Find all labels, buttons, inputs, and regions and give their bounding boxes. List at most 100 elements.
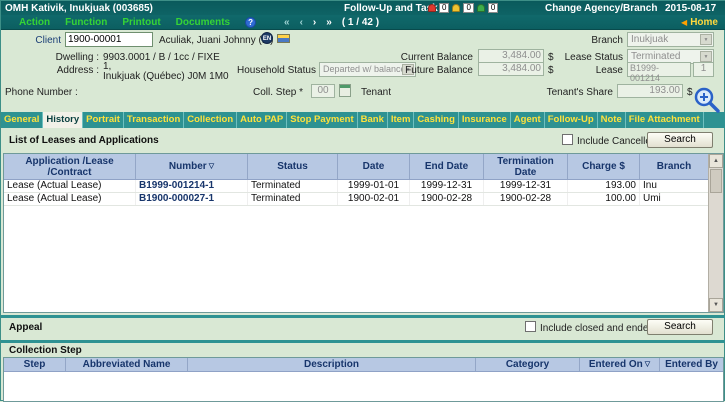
tab-follow-up[interactable]: Follow-Up: [545, 112, 598, 128]
dropdown-arrow-icon: ▼: [700, 34, 712, 45]
tab-agent[interactable]: Agent: [511, 112, 545, 128]
header-date[interactable]: Date: [338, 154, 410, 179]
header-number[interactable]: Number▽: [136, 154, 248, 179]
section-divider: [1, 315, 725, 318]
record-navigator: « ‹ › » ( 1 / 42 ): [284, 15, 379, 30]
menu-documents[interactable]: Documents: [176, 17, 230, 28]
leases-grid-header: Application /Lease /Contract Number▽ Sta…: [4, 154, 708, 180]
alarm-yellow-icon[interactable]: [452, 4, 460, 12]
cell-type: Lease (Actual Lease): [4, 180, 136, 192]
language-en-icon[interactable]: EN: [261, 32, 273, 44]
header-category[interactable]: Category: [476, 358, 580, 371]
scroll-down-icon[interactable]: ▼: [709, 298, 723, 312]
nav-prev-button[interactable]: ‹: [300, 17, 303, 28]
appeal-section-title: Appeal: [9, 322, 42, 333]
cell-type: Lease (Actual Lease): [4, 193, 136, 205]
tab-bank[interactable]: Bank: [358, 112, 388, 128]
home-arrow-icon: ◀: [681, 19, 687, 27]
zoom-icon[interactable]: [693, 86, 721, 114]
home-label: Home: [690, 17, 718, 28]
collection-grid: Step Abbreviated Name Description Catego…: [3, 357, 724, 402]
lease-row[interactable]: Lease (Actual Lease) B1999-001214-1 Term…: [4, 180, 708, 193]
header-description[interactable]: Description: [188, 358, 476, 371]
nav-last-button[interactable]: »: [326, 17, 332, 28]
menu-bar: Action Function Printout Documents ? « ‹…: [1, 15, 725, 30]
tab-auto-pap[interactable]: Auto PAP: [237, 112, 287, 128]
alarm-yellow-count: 0: [463, 3, 473, 13]
client-number-input[interactable]: [65, 32, 153, 47]
tab-transaction[interactable]: Transaction: [124, 112, 184, 128]
tab-history[interactable]: History: [43, 112, 83, 128]
dropdown-arrow-icon: ▼: [700, 51, 712, 62]
cell-number-link[interactable]: B1900-000027-1: [136, 193, 248, 205]
tab-collection[interactable]: Collection: [184, 112, 237, 128]
section-divider: [1, 340, 725, 343]
tab-bar: General History Portrait Transaction Col…: [1, 112, 725, 128]
cell-charge: 193.00: [568, 180, 640, 192]
help-icon[interactable]: ?: [245, 17, 256, 28]
coll-step-label: Coll. Step *: [253, 87, 303, 98]
tab-portrait[interactable]: Portrait: [83, 112, 124, 128]
search-leases-button[interactable]: Search: [647, 132, 713, 148]
header-entered-on[interactable]: Entered On▽: [580, 358, 660, 371]
search-appeal-button[interactable]: Search: [647, 319, 713, 335]
contact-card-icon[interactable]: [277, 34, 290, 43]
header-end-date[interactable]: End Date: [410, 154, 484, 179]
include-cancelled-checkbox[interactable]: [562, 134, 573, 145]
menu-function[interactable]: Function: [65, 17, 107, 28]
dwelling-value: 9903.0001 / B / 1cc / FIXE: [103, 52, 220, 63]
sort-desc-icon: ▽: [209, 163, 214, 171]
header-charge[interactable]: Charge $: [568, 154, 640, 179]
menu-printout[interactable]: Printout: [122, 17, 160, 28]
address-label: Address :: [21, 65, 99, 76]
nav-next-button[interactable]: ›: [313, 17, 316, 28]
header-step[interactable]: Step: [4, 358, 66, 371]
alarm-red-count: 0: [439, 3, 449, 13]
tenant-share-currency: $: [687, 87, 693, 98]
branch-label: Branch: [541, 35, 623, 46]
coll-step-field: 00: [311, 84, 335, 98]
lease-row[interactable]: Lease (Actual Lease) B1900-000027-1 Term…: [4, 193, 708, 206]
tab-general[interactable]: General: [1, 112, 43, 128]
cell-status: Terminated: [248, 180, 338, 192]
change-agency-link[interactable]: Change Agency/Branch: [545, 3, 657, 14]
header-application-lease-contract[interactable]: Application /Lease /Contract: [4, 154, 136, 179]
current-balance-currency: $: [548, 52, 554, 63]
tab-item[interactable]: Item: [388, 112, 415, 128]
tab-insurance[interactable]: Insurance: [459, 112, 511, 128]
nav-first-button[interactable]: «: [284, 17, 290, 28]
tab-stop-payment[interactable]: Stop Payment: [287, 112, 357, 128]
cell-charge: 100.00: [568, 193, 640, 205]
cell-branch: Umi: [640, 193, 708, 205]
leases-grid: Application /Lease /Contract Number▽ Sta…: [3, 153, 724, 313]
cell-termination-date: 1999-12-31: [484, 180, 568, 192]
scrollbar-thumb[interactable]: [710, 169, 722, 193]
coll-step-calendar-icon[interactable]: [339, 84, 351, 97]
cell-end-date: 1900-02-28: [410, 193, 484, 205]
cell-number-link[interactable]: B1999-001214-1: [136, 180, 248, 192]
alarm-red-icon[interactable]: [428, 4, 436, 12]
header-termination-date[interactable]: Termination Date: [484, 154, 568, 179]
menu-action[interactable]: Action: [19, 17, 50, 28]
home-button[interactable]: ◀ Home: [681, 15, 718, 30]
alarm-green-count: 0: [488, 3, 498, 13]
header-abbreviated-name[interactable]: Abbreviated Name: [66, 358, 188, 371]
header-entered-by[interactable]: Entered By: [660, 358, 723, 371]
tab-file-attachment[interactable]: File Attachment: [626, 112, 704, 128]
tenant-label: Tenant: [361, 87, 391, 98]
vertical-scrollbar[interactable]: ▲ ▼: [708, 154, 723, 312]
app-title: OMH Kativik, Inukjuak (003685): [5, 3, 153, 14]
lease-number-field: B1999-001214: [627, 62, 691, 77]
alarm-green-icon[interactable]: [477, 4, 485, 12]
tab-cashing[interactable]: Cashing: [414, 112, 458, 128]
header-branch[interactable]: Branch: [640, 154, 708, 179]
include-closed-checkbox[interactable]: [525, 321, 536, 332]
cell-status: Terminated: [248, 193, 338, 205]
client-label: Client: [21, 35, 61, 46]
scroll-up-icon[interactable]: ▲: [709, 154, 723, 168]
collection-grid-header: Step Abbreviated Name Description Catego…: [4, 358, 723, 372]
include-closed-label: Include closed and ended: [540, 323, 654, 334]
cell-date: 1999-01-01: [338, 180, 410, 192]
tab-note[interactable]: Note: [598, 112, 626, 128]
header-status[interactable]: Status: [248, 154, 338, 179]
